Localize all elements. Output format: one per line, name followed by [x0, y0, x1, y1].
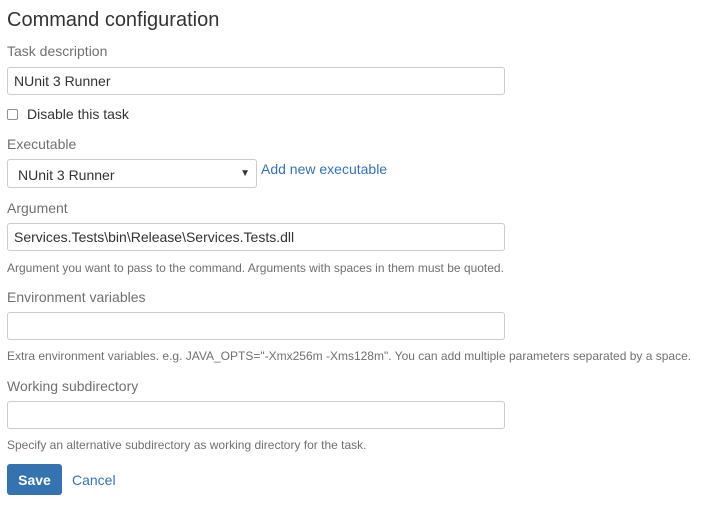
page-title: Command configuration: [7, 9, 220, 31]
disable-task-label[interactable]: Disable this task: [27, 106, 129, 122]
environment-variables-help-text: Extra environment variables. e.g. JAVA_O…: [7, 349, 692, 363]
cancel-link[interactable]: Cancel: [72, 472, 116, 488]
argument-input[interactable]: [7, 223, 505, 251]
add-new-executable-link[interactable]: Add new executable: [261, 161, 387, 177]
disable-task-row[interactable]: Disable this task: [7, 105, 129, 123]
disable-task-checkbox[interactable]: [7, 108, 18, 120]
environment-variables-label: Environment variables: [7, 289, 146, 305]
working-subdirectory-input[interactable]: [7, 401, 505, 429]
task-description-input[interactable]: [7, 67, 505, 95]
executable-selected-value: NUnit 3 Runner: [18, 167, 115, 183]
save-button[interactable]: Save: [7, 464, 62, 495]
environment-variables-input[interactable]: [7, 312, 505, 340]
argument-label: Argument: [7, 200, 68, 216]
triangle-down-icon: ▼: [240, 168, 250, 179]
task-description-label: Task description: [7, 43, 108, 59]
working-subdirectory-label: Working subdirectory: [7, 378, 139, 394]
argument-help-text: Argument you want to pass to the command…: [7, 261, 504, 275]
executable-label: Executable: [7, 136, 77, 152]
working-subdirectory-help-text: Specify an alternative subdirectory as w…: [7, 438, 367, 452]
executable-select[interactable]: NUnit 3 Runner ▼: [7, 159, 257, 188]
